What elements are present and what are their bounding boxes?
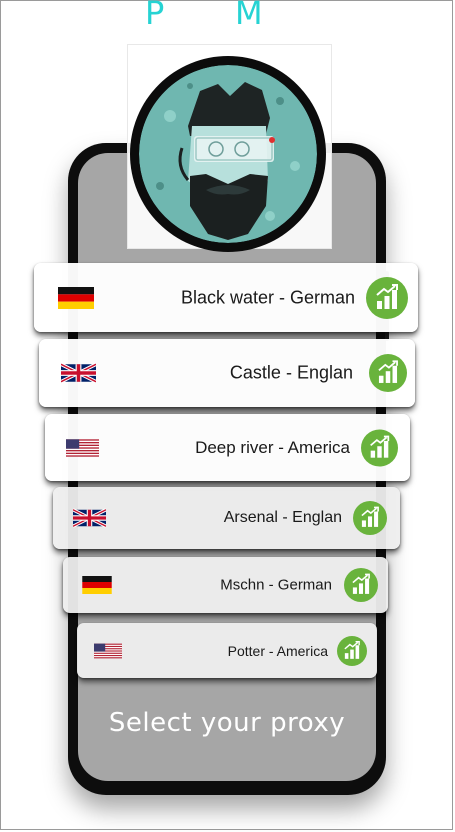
proxy-card-black-water[interactable]: Black water - German: [34, 263, 418, 332]
proxy-card-deep-river[interactable]: Deep river - America: [45, 414, 410, 481]
proxy-label: Arsenal - Englan: [223, 509, 342, 526]
select-proxy-label: Select your proxy: [108, 708, 346, 738]
signal-strength-icon[interactable]: [353, 501, 387, 535]
proxy-label: Black water - German: [180, 287, 355, 307]
signal-strength-icon[interactable]: [361, 429, 398, 466]
proxy-card-mschn[interactable]: Mschn - German: [63, 557, 388, 613]
proxy-card-castle[interactable]: Castle - Englan: [39, 339, 415, 407]
brand-title: P M: [0, 0, 455, 32]
signal-strength-icon[interactable]: [369, 354, 407, 392]
proxy-label: Mschn - German: [220, 576, 332, 594]
proxy-label: Castle - Englan: [229, 362, 353, 383]
signal-strength-icon[interactable]: [344, 568, 378, 602]
proxy-label: Potter - America: [227, 642, 328, 659]
signal-strength-icon[interactable]: [366, 276, 408, 319]
brand-letter-m: M: [235, 0, 263, 32]
proxy-card-potter[interactable]: Potter - America: [77, 623, 377, 678]
avatar-container: [127, 44, 332, 252]
hacker-avatar: [130, 56, 326, 252]
usa-flag-icon: [66, 438, 99, 457]
brand-letter-p: P: [145, 0, 165, 32]
germany-flag-icon: [82, 576, 112, 594]
proxy-card-arsenal[interactable]: Arsenal - Englan: [53, 487, 400, 549]
germany-flag-icon: [58, 286, 94, 309]
uk-flag-icon: [61, 362, 96, 384]
usa-flag-icon: [94, 643, 122, 658]
uk-flag-icon: [73, 508, 106, 528]
signal-strength-icon[interactable]: [337, 635, 367, 666]
hacker-avatar-icon: [131, 57, 325, 251]
proxy-label: Deep river - America: [195, 437, 350, 457]
